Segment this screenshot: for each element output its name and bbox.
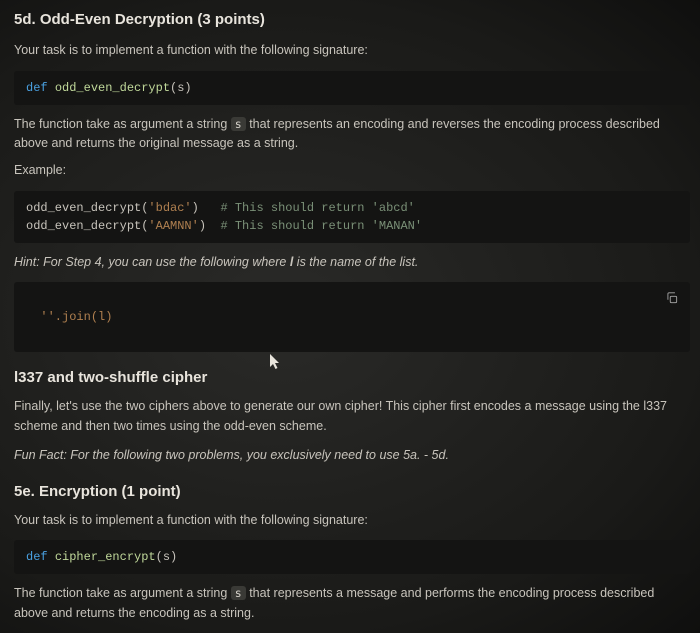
hint-pre: Hint: For Step 4, you can use the follow… — [14, 255, 290, 269]
signature-block-5d: def odd_even_decrypt(s) — [14, 71, 690, 105]
intro-5d: Your task is to implement a function wit… — [14, 41, 690, 60]
ex1-arg: 'bdac' — [148, 201, 191, 215]
join-code: ''.join(l) — [40, 310, 112, 324]
cipher-body: Finally, let's use the two ciphers above… — [14, 397, 690, 436]
example-label: Example: — [14, 161, 690, 180]
ex2-fn: odd_even_decrypt( — [26, 219, 148, 233]
desc-5d: The function take as argument a string s… — [14, 115, 690, 154]
inline-var-s: s — [231, 586, 246, 600]
hint-post: is the name of the list. — [293, 255, 418, 269]
hint-5d: Hint: For Step 4, you can use the follow… — [14, 253, 690, 272]
sig-tail: (s) — [170, 81, 192, 95]
fn-name: odd_even_decrypt — [55, 81, 170, 95]
desc-pre: The function take as argument a string — [14, 117, 231, 131]
ex2-close: ) — [199, 219, 221, 233]
sig-tail: (s) — [156, 550, 178, 564]
heading-cipher: l337 and two-shuffle cipher — [14, 366, 690, 389]
copy-icon — [665, 291, 679, 305]
desc-pre: The function take as argument a string — [14, 586, 231, 600]
heading-5d: 5d. Odd-Even Decryption (3 points) — [14, 8, 690, 31]
example-block-5d: odd_even_decrypt('bdac') # This should r… — [14, 191, 690, 243]
ex1-comment: # This should return 'abcd' — [220, 201, 414, 215]
ex1-fn: odd_even_decrypt( — [26, 201, 148, 215]
ex1-close: ) — [192, 201, 221, 215]
fn-name: cipher_encrypt — [55, 550, 156, 564]
signature-block-5e: def cipher_encrypt(s) — [14, 540, 690, 574]
copy-button[interactable] — [662, 288, 682, 308]
ex2-arg: 'AAMNN' — [148, 219, 198, 233]
desc-5e: The function take as argument a string s… — [14, 584, 690, 623]
kw-def: def — [26, 550, 55, 564]
ex2-comment: # This should return 'MANAN' — [220, 219, 422, 233]
join-block: ''.join(l) — [14, 282, 690, 352]
inline-var-s: s — [231, 117, 246, 131]
heading-5e: 5e. Encryption (1 point) — [14, 480, 690, 503]
kw-def: def — [26, 81, 55, 95]
cipher-funfact: Fun Fact: For the following two problems… — [14, 446, 690, 465]
intro-5e: Your task is to implement a function wit… — [14, 511, 690, 530]
